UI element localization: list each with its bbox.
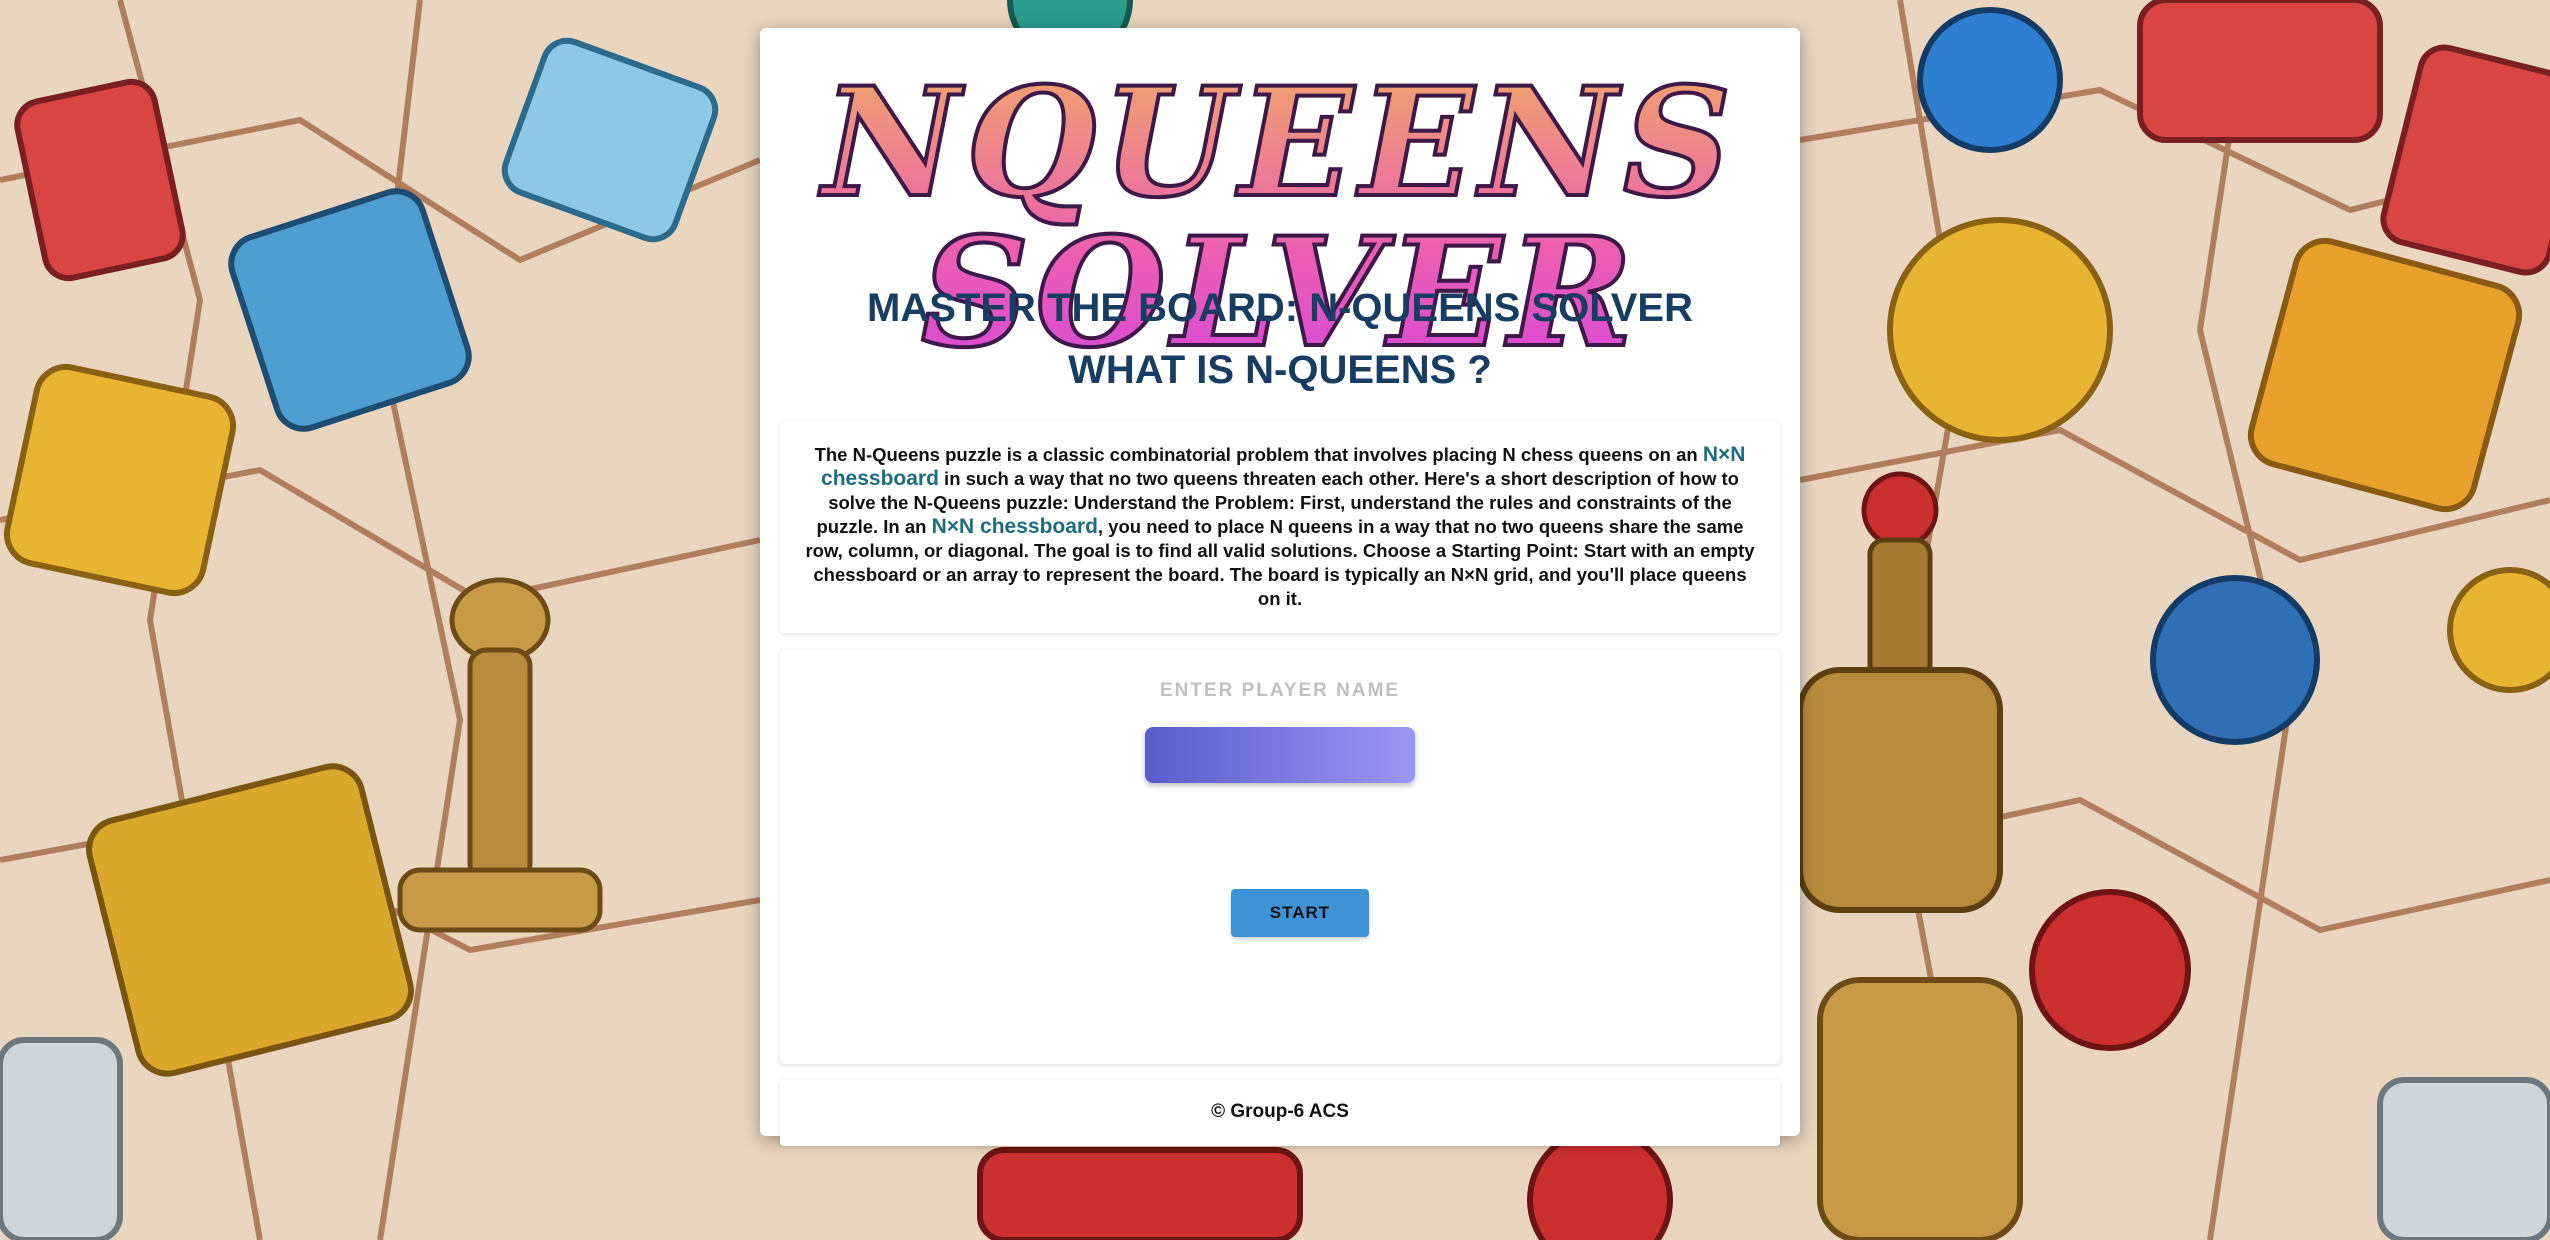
player-name-input[interactable]: [1145, 727, 1415, 783]
footer-panel: © Group-6 ACS: [780, 1080, 1780, 1146]
description-panel: The N-Queens puzzle is a classic combina…: [780, 421, 1780, 633]
section-heading: WHAT IS N-QUEENS ?: [1068, 348, 1492, 392]
player-name-label: ENTER PLAYER NAME: [1159, 680, 1401, 701]
page-title: MASTER THE BOARD: N-QUEENS SOLVER: [867, 286, 1693, 330]
footer-copyright: © Group-6 ACS: [1211, 1101, 1349, 1122]
start-button[interactable]: START: [1231, 889, 1369, 937]
description-part-1: The N-Queens puzzle is a classic combina…: [814, 444, 1703, 465]
main-card: NQUEENS SOLVER MASTER THE BOARD: N-QUEEN…: [760, 28, 1800, 1146]
player-form-panel: ENTER PLAYER NAME START: [780, 650, 1780, 1064]
description-text: The N-Queens puzzle is a classic combina…: [802, 443, 1758, 611]
description-highlight-2: N×N chessboard: [931, 515, 1098, 538]
